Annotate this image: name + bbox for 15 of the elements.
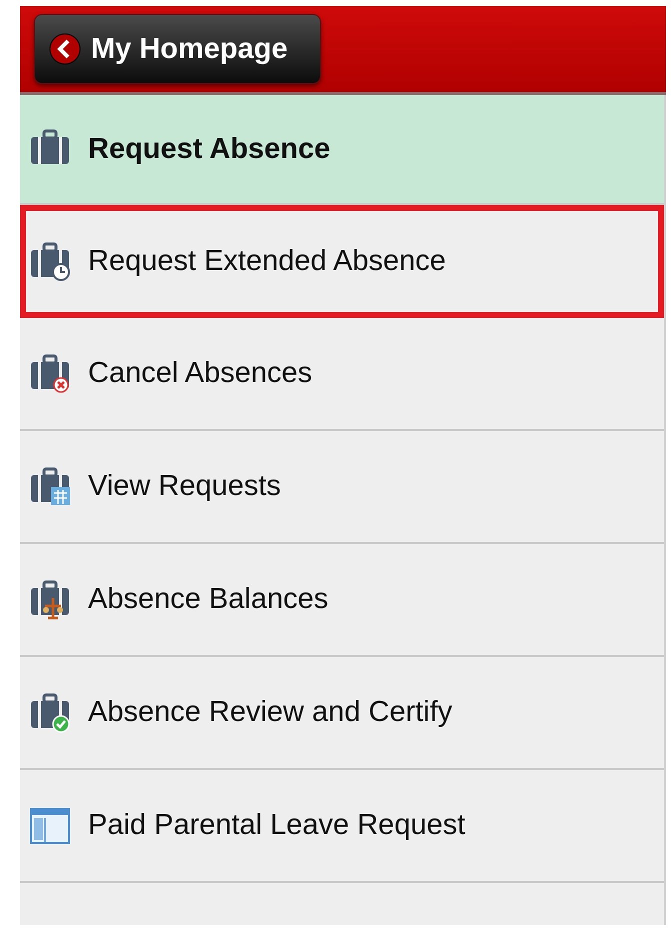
briefcase-calendar-icon (30, 466, 70, 506)
menu-item[interactable]: Paid Parental Leave Request (20, 770, 664, 883)
menu-item[interactable]: Cancel Absences (20, 318, 664, 431)
briefcase-clock-icon (30, 242, 70, 282)
back-icon (49, 33, 81, 65)
briefcase-scale-icon (30, 580, 70, 620)
briefcase-check-icon (30, 692, 70, 732)
menu-item[interactable]: Absence Balances (20, 544, 664, 657)
menu-item[interactable]: Request Absence (20, 95, 664, 205)
form-window-icon (30, 806, 70, 846)
briefcase-cancel-icon (30, 354, 70, 394)
my-homepage-button[interactable]: My Homepage (34, 14, 321, 84)
menu-item[interactable]: View Requests (20, 431, 664, 544)
menu-item[interactable]: Request Extended Absence (20, 205, 664, 318)
menu-item[interactable]: Absence Review and Certify (20, 657, 664, 770)
